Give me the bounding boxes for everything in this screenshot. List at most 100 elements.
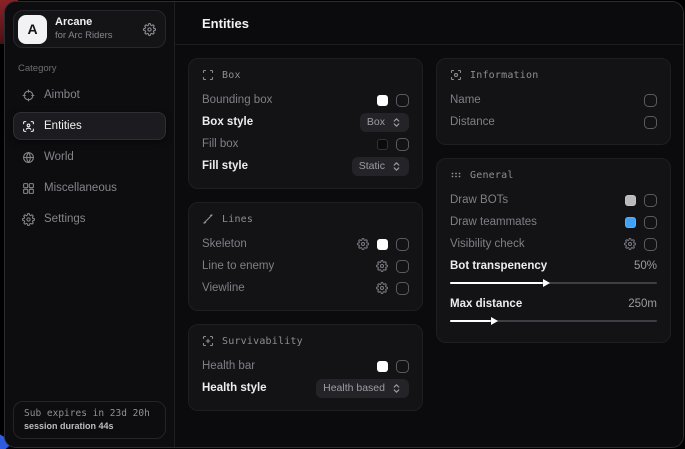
gear-icon[interactable] [357, 238, 369, 250]
brand-subtitle: for Arc Riders [55, 30, 113, 42]
row-label: Draw teammates [450, 216, 537, 228]
checkbox[interactable] [396, 138, 409, 151]
section-box-header: Box [202, 69, 409, 81]
slider-track[interactable] [450, 282, 657, 284]
row-draw-teammates: Draw teammates [450, 211, 657, 233]
section-lines: Lines Skeleton Line to enemy [188, 202, 423, 311]
survivability-scan-icon [202, 335, 214, 347]
sidebar-item-settings[interactable]: Settings [13, 205, 166, 233]
checkbox[interactable] [396, 360, 409, 373]
checkbox[interactable] [644, 216, 657, 229]
slider-fill [450, 320, 491, 322]
section-survivability: Survivability Health bar Health style He… [188, 324, 423, 411]
chevrons-up-down-icon [391, 117, 402, 128]
sidebar-item-world[interactable]: World [13, 143, 166, 171]
row-skeleton: Skeleton [202, 233, 409, 255]
row-visibility-check: Visibility check [450, 233, 657, 255]
category-label: Category [18, 63, 166, 74]
checkbox[interactable] [644, 116, 657, 129]
color-swatch[interactable] [625, 195, 636, 206]
sidebar-item-label: Miscellaneous [44, 182, 117, 194]
right-column: Information Name Distance Gener [436, 58, 671, 343]
checkbox[interactable] [644, 94, 657, 107]
gear-icon[interactable] [143, 23, 156, 36]
cheat-menu-window: A Arcane for Arc Riders Category Aimbot … [4, 1, 684, 448]
brand-card: A Arcane for Arc Riders [13, 10, 166, 48]
subscription-info-card: Sub expires in 23d 20h session duration … [13, 401, 166, 439]
gear-icon[interactable] [376, 282, 388, 294]
select-value: Health based [323, 382, 385, 394]
health-style-select[interactable]: Health based [316, 379, 409, 398]
gear-icon [22, 213, 35, 226]
chevrons-up-down-icon [391, 383, 402, 394]
row-viewline: Viewline [202, 277, 409, 299]
row-name: Name [450, 89, 657, 111]
row-label: Bot transpenency [450, 260, 547, 272]
slider-thumb[interactable] [491, 317, 498, 325]
row-fill-box: Fill box [202, 133, 409, 155]
row-max-distance: Max distance 250m [450, 293, 657, 315]
row-label: Distance [450, 116, 495, 128]
row-label: Line to enemy [202, 260, 274, 272]
checkbox[interactable] [396, 260, 409, 273]
page-title: Entities [202, 16, 249, 31]
color-swatch[interactable] [377, 361, 388, 372]
row-label: Viewline [202, 282, 245, 294]
checkbox[interactable] [644, 238, 657, 251]
row-label: Health bar [202, 360, 255, 372]
sidebar-item-label: Settings [44, 213, 86, 225]
row-health-bar: Health bar [202, 355, 409, 377]
sidebar-item-label: Aimbot [44, 89, 80, 101]
brand-text: Arcane for Arc Riders [55, 16, 113, 42]
slider-thumb[interactable] [543, 279, 550, 287]
color-swatch[interactable] [377, 139, 388, 150]
sidebar-item-aimbot[interactable]: Aimbot [13, 81, 166, 109]
entities-scan-icon [22, 120, 35, 133]
section-title: Lines [222, 214, 253, 225]
row-label: Visibility check [450, 238, 525, 250]
checkbox[interactable] [644, 194, 657, 207]
slider-track[interactable] [450, 320, 657, 322]
sub-expiry-text: Sub expires in 23d 20h [24, 408, 155, 419]
color-swatch[interactable] [377, 95, 388, 106]
row-label: Bounding box [202, 94, 272, 106]
row-bounding-box: Bounding box [202, 89, 409, 111]
main-panel: Entities Box Bounding box [175, 2, 683, 447]
section-information: Information Name Distance [436, 58, 671, 145]
dots-grid-icon [450, 169, 462, 181]
section-general-header: General [450, 169, 657, 181]
info-scan-icon [450, 69, 462, 81]
row-label: Max distance [450, 298, 522, 310]
main-header: Entities [175, 2, 683, 45]
globe-icon [22, 151, 35, 164]
section-general: General Draw BOTs Draw teammates [436, 158, 671, 343]
section-title: Survivability [222, 336, 303, 347]
content: Box Bounding box Box style Box [175, 45, 683, 424]
color-swatch[interactable] [625, 217, 636, 228]
bot-transparency-slider[interactable] [450, 278, 657, 288]
fill-style-select[interactable]: Static [352, 157, 409, 176]
row-distance: Distance [450, 111, 657, 133]
chevrons-up-down-icon [391, 161, 402, 172]
select-value: Static [359, 160, 385, 172]
box-style-select[interactable]: Box [360, 113, 409, 132]
checkbox[interactable] [396, 238, 409, 251]
max-distance-slider[interactable] [450, 316, 657, 326]
session-duration-text: session duration 44s [24, 421, 155, 431]
scan-brackets-icon [202, 69, 214, 81]
sidebar-item-label: World [44, 151, 74, 163]
sidebar-nav: Aimbot Entities World Miscellaneous Sett… [13, 81, 166, 233]
section-title: Information [470, 70, 538, 81]
checkbox[interactable] [396, 94, 409, 107]
row-draw-bots: Draw BOTs [450, 189, 657, 211]
sidebar-item-miscellaneous[interactable]: Miscellaneous [13, 174, 166, 202]
checkbox[interactable] [396, 282, 409, 295]
brand-title: Arcane [55, 16, 113, 30]
gear-icon[interactable] [624, 238, 636, 250]
sidebar-item-entities[interactable]: Entities [13, 112, 166, 140]
gear-icon[interactable] [376, 260, 388, 272]
slider-value: 250m [628, 298, 657, 310]
section-survivability-header: Survivability [202, 335, 409, 347]
section-information-header: Information [450, 69, 657, 81]
color-swatch[interactable] [377, 239, 388, 250]
